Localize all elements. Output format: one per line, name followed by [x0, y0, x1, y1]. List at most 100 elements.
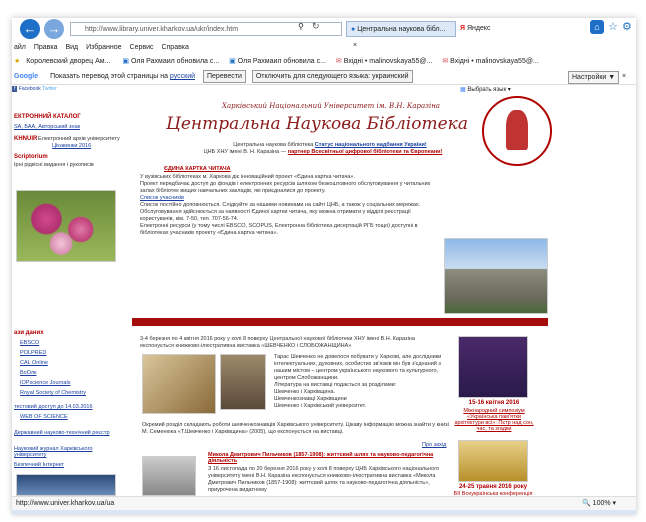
- translate-bar: Google Показать перевод этой страницы на…: [12, 70, 636, 85]
- fav-item[interactable]: Оля Рахмаил обновила с...: [238, 58, 326, 65]
- favorites-bar: ★ Королевский дворец Ам... ▣ Оля Рахмаил…: [12, 55, 636, 68]
- emblem-figure: [506, 110, 528, 150]
- card-paragraph: Обслуговування здійснюється за наявності…: [140, 209, 411, 222]
- favorites-star-icon[interactable]: ★: [14, 58, 20, 65]
- sidebar-link[interactable]: Науковий журнал Харківського університет…: [14, 446, 114, 458]
- social-bar: f Facebook Twitter: [12, 86, 57, 92]
- tab-library[interactable]: ● Центральна наукова бібл... ×: [346, 21, 456, 49]
- news2-text: З 16 листопада по 20 березня 2016 року у…: [208, 466, 440, 493]
- eknuir-link[interactable]: Цікавинки 2016: [52, 143, 91, 149]
- gear-icon[interactable]: ⚙: [622, 20, 632, 33]
- facebook-icon[interactable]: f: [12, 86, 18, 92]
- news1-paragraph: Тарас Шевченко не довелося побувати у Ха…: [274, 354, 442, 381]
- settings-label: Настройки: [572, 74, 607, 81]
- mail-icon: ✉: [335, 58, 342, 65]
- exhibition-image: [142, 354, 216, 414]
- menu-help[interactable]: Справка: [161, 44, 188, 51]
- tab-yandex[interactable]: Я Яндекс: [456, 21, 526, 37]
- db-item[interactable]: Royal Society of Chemistry: [20, 390, 86, 396]
- refresh-icon[interactable]: ↻: [312, 21, 320, 32]
- menu-view[interactable]: Вид: [65, 44, 78, 51]
- card-paragraph: Електронні ресурси (у тому числі EBSCO, …: [140, 223, 418, 236]
- trial-access-link[interactable]: тестовий доступ до 14.03.2016: [14, 404, 93, 410]
- status-url: http://www.univer.kharkov.ua/ua: [16, 500, 115, 507]
- library-title: Центральна Наукова Бібліотека: [166, 114, 468, 134]
- menu-file[interactable]: айл: [14, 44, 26, 51]
- zoom-icon: 🔍: [582, 500, 591, 507]
- db-item[interactable]: EBSCO: [20, 340, 39, 346]
- section-divider: [132, 318, 548, 326]
- scriptorium-heading[interactable]: Scriptorium: [14, 154, 48, 160]
- symposium-link[interactable]: Міжнародний симпозіум «Українська пам'ят…: [452, 408, 536, 432]
- fav-item[interactable]: Оля Рахмаил обновила с...: [131, 58, 219, 65]
- google-logo: Google: [14, 73, 39, 80]
- status-text: Центральна наукова бібліотека: [233, 142, 314, 148]
- shevchenko-portrait: [220, 354, 266, 410]
- pilchikov-portrait: [142, 456, 196, 496]
- language-selector[interactable]: ▦ Выбрать язык ▾: [460, 86, 511, 93]
- symposium-poster[interactable]: [458, 336, 528, 398]
- db-item[interactable]: IOPscience Journals: [20, 380, 70, 386]
- menu-tools[interactable]: Сервис: [130, 44, 154, 51]
- news2-title[interactable]: Микола Дмитрович Пильчиков (1857-1908): …: [208, 452, 448, 464]
- news1-body: Тарас Шевченко не довелося побувати у Ха…: [274, 354, 450, 410]
- social-link[interactable]: Twitter: [42, 86, 57, 92]
- db-item[interactable]: POLPRED: [20, 350, 46, 356]
- social-link[interactable]: Facebook: [19, 86, 41, 92]
- language-select[interactable]: русский: [170, 73, 195, 80]
- mail-icon: ✉: [442, 58, 449, 65]
- tab-library-icon: ●: [351, 26, 356, 33]
- disable-translate-button[interactable]: Отключить для следующего языка: украинск…: [251, 70, 413, 83]
- card-paragraph: Проект передбачає доступ до фондів і еле…: [140, 181, 431, 194]
- taskbar: [12, 510, 636, 514]
- banner-image[interactable]: [16, 474, 116, 496]
- menu-bar: айл Правка Вид Избранное Сервис Справка: [12, 42, 636, 54]
- db-item[interactable]: ВоОлк: [20, 370, 37, 376]
- home-icon[interactable]: ⌂: [590, 20, 604, 34]
- settings-button[interactable]: Настройки ▼: [568, 71, 620, 84]
- close-icon[interactable]: ×: [622, 70, 626, 84]
- catalog-heading: ЕКТРОННИЙ КАТАЛОГ: [14, 114, 81, 120]
- status-link[interactable]: Статус національного надбання України!: [315, 142, 427, 148]
- address-row: ← → http://www.library.univer.kharkov.ua…: [12, 18, 636, 49]
- menu-favorites[interactable]: Избранное: [86, 44, 121, 51]
- status-line: Центральна наукова бібліотека Статус нац…: [180, 142, 480, 149]
- forward-icon[interactable]: →: [44, 19, 64, 39]
- university-building-image: [444, 238, 548, 314]
- fav-item[interactable]: Вхідні • malinovskaya55@...: [344, 58, 433, 65]
- conference-poster[interactable]: [458, 440, 528, 482]
- eknuir-heading[interactable]: KHNUIR: [14, 136, 37, 142]
- card-text-block: У вузівських бібліотеках м. Харкова діє …: [140, 174, 440, 237]
- sidebar-link[interactable]: Державний науково-технічний реєстр: [14, 430, 114, 436]
- browser-window: ← → http://www.library.univer.kharkov.ua…: [12, 18, 636, 514]
- db-item[interactable]: WEB OF SCIENCE: [20, 414, 68, 420]
- db-item[interactable]: CAL Online: [20, 360, 48, 366]
- databases-heading: ази даних: [14, 330, 44, 336]
- sidebar-link[interactable]: Безпечний Інтернет: [14, 462, 114, 468]
- library-emblem: [482, 96, 552, 166]
- back-icon[interactable]: ←: [20, 19, 40, 39]
- news1-paragraph: Література на виставці подається за розд…: [274, 382, 397, 388]
- translate-prompt: Показать перевод этой страницы на: [50, 73, 168, 80]
- fav-item[interactable]: Королевский дворец Ам...: [26, 58, 110, 65]
- star-icon[interactable]: ☆: [608, 20, 618, 33]
- catalog-link[interactable]: SA, БАА, Авторський знак: [14, 124, 80, 130]
- fav-item[interactable]: Вхідні • malinovskaya55@...: [450, 58, 539, 65]
- eknuir-text: Електронний архів університету: [38, 136, 120, 142]
- partner-link[interactable]: партнер Всесвітньої цифрової бібліотеки …: [288, 149, 443, 155]
- translate-icon: ▦: [460, 87, 466, 93]
- zoom-control[interactable]: 🔍 100% ▾: [582, 497, 616, 511]
- status-bar: http://www.univer.kharkov.ua/ua 🔍 100% ▾: [12, 496, 636, 511]
- news1-paragraph: Шевченко і Харківський університет.: [274, 403, 367, 409]
- search-icon[interactable]: ⚲: [298, 22, 304, 31]
- more-link[interactable]: Про захід: [422, 442, 446, 448]
- menu-edit[interactable]: Правка: [34, 44, 58, 51]
- translate-button[interactable]: Перевести: [203, 70, 246, 83]
- card-title[interactable]: ЄДИНА КАРТКА ЧИТАЧА: [164, 166, 231, 172]
- page-icon: ▣: [122, 58, 130, 65]
- yandex-icon: Я: [460, 25, 466, 32]
- flowers-image: [16, 190, 116, 262]
- card-list-link[interactable]: Список учасників: [140, 195, 184, 201]
- language-selector-label: Выбрать язык: [467, 87, 507, 93]
- page-icon: ▣: [229, 58, 236, 65]
